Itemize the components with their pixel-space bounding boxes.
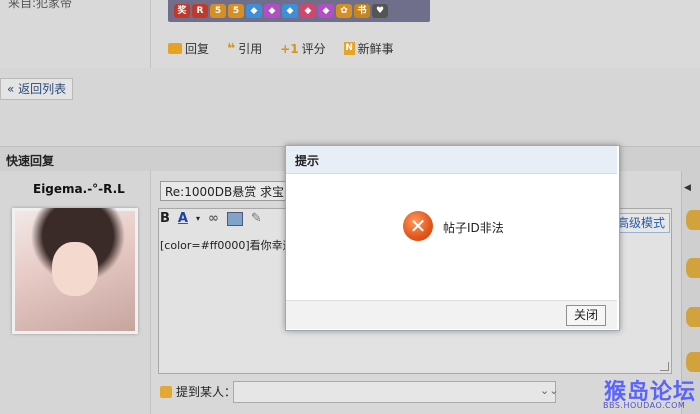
- mention-label: 提到某人：: [176, 385, 237, 399]
- medal-icon[interactable]: 5: [210, 4, 226, 18]
- mention-icon: [160, 385, 172, 398]
- smiley-icon[interactable]: [686, 352, 700, 372]
- link-icon[interactable]: ∞: [208, 211, 219, 226]
- medal-icon[interactable]: 5: [228, 4, 244, 18]
- smiley-icon[interactable]: [686, 307, 700, 327]
- font-color-button[interactable]: A: [178, 211, 188, 226]
- color-dropdown-icon[interactable]: ▾: [196, 214, 200, 223]
- close-button[interactable]: 关闭: [566, 305, 606, 326]
- chevron-left-icon[interactable]: ◀: [684, 183, 691, 193]
- medal-icon[interactable]: ✿: [336, 4, 352, 18]
- medal-icon[interactable]: 书: [354, 4, 370, 18]
- advanced-mode-button[interactable]: 高级模式: [612, 213, 671, 233]
- mention-row: 提到某人：: [160, 383, 236, 400]
- smiley-icon[interactable]: [686, 258, 700, 278]
- author-origin-text: 来自:犯家帝: [8, 0, 73, 10]
- bold-button[interactable]: B: [160, 211, 170, 226]
- rate-button[interactable]: +1 评分: [280, 40, 325, 57]
- medal-icon[interactable]: ◆: [282, 4, 298, 18]
- rate-icon: +1: [280, 41, 299, 56]
- image-icon[interactable]: [226, 211, 243, 226]
- medal-icon[interactable]: ♥: [372, 4, 388, 18]
- dialog-header: [286, 146, 617, 174]
- resize-handle-icon[interactable]: [660, 362, 669, 371]
- post-actions: 回复 ❝ 引用 +1 评分 N 新鲜事: [168, 40, 394, 57]
- reply-label: 回复: [185, 42, 210, 56]
- medal-icon[interactable]: 奖: [174, 4, 190, 18]
- reply-icon: [168, 43, 182, 54]
- medal-icon[interactable]: ◆: [318, 4, 334, 18]
- editor-toolbar: B A ▾ ∞ ✎: [160, 211, 262, 226]
- quote-button[interactable]: ❝ 引用: [227, 40, 262, 57]
- reply-button[interactable]: 回复: [168, 40, 209, 57]
- quote-icon: ❝: [227, 40, 236, 57]
- avatar-face-shape: [52, 242, 98, 296]
- dialog-title: 提示: [295, 154, 320, 168]
- smiley-icon[interactable]: [686, 210, 700, 230]
- news-label: 新鲜事: [357, 42, 394, 56]
- rate-label: 评分: [301, 42, 326, 56]
- medal-icon[interactable]: R: [192, 4, 208, 18]
- back-to-list-button[interactable]: « 返回列表: [0, 78, 74, 100]
- medal-icon[interactable]: ◆: [300, 4, 316, 18]
- medal-icon[interactable]: ◆: [246, 4, 262, 18]
- chevron-down-icon[interactable]: ⌄⌄: [540, 384, 558, 397]
- mention-select[interactable]: [233, 381, 556, 403]
- quick-reply-title: 快速回复: [6, 154, 55, 168]
- dialog-message: 帖子ID非法: [443, 221, 504, 235]
- author-name[interactable]: Eigema.-°-R.L: [33, 182, 125, 196]
- site-watermark-url: BBS.HOUDAO.COM: [603, 401, 686, 410]
- news-icon: N: [343, 42, 355, 55]
- editor-content: [color=#ff0000]看你幸运了: [160, 239, 305, 252]
- medal-strip: 奖 R 5 5 ◆ ◆ ◆ ◆ ◆ ✿ 书 ♥: [168, 0, 430, 22]
- news-button[interactable]: N 新鲜事: [343, 40, 394, 57]
- attachment-icon[interactable]: ✎: [251, 211, 262, 226]
- error-x-icon: ✕: [403, 211, 433, 241]
- medal-icon[interactable]: ◆: [264, 4, 280, 18]
- quote-label: 引用: [238, 42, 263, 56]
